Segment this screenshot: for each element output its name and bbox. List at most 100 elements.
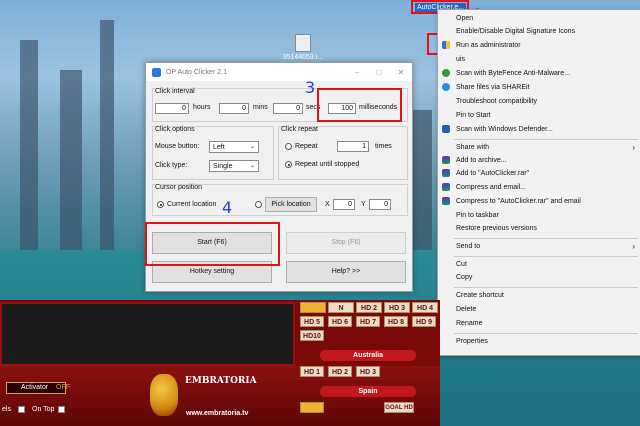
repeat-count-value: 1 [362, 143, 366, 150]
menu-item-label: Pin to taskbar [456, 212, 499, 219]
on-top-checkbox[interactable] [58, 406, 65, 413]
menu-item-restore-versions[interactable]: Restore previous versions [438, 222, 640, 235]
menu-item-rename[interactable]: Rename [438, 317, 640, 330]
menu-item-run-as-admin[interactable]: Run as administrator [438, 39, 640, 52]
stop-button[interactable]: Stop (F6) [286, 232, 406, 254]
australia-banner: Australia [320, 350, 416, 361]
repeat-until-stopped-radio[interactable] [285, 161, 292, 168]
channel-button-hd8[interactable]: HD 8 [384, 316, 408, 327]
start-button-highlight [145, 222, 280, 266]
bottom-left-checkbox[interactable] [18, 406, 25, 413]
menu-item-label: Run as administrator [456, 42, 521, 49]
cursor-position-group: Cursor position Current location Pick lo… [152, 184, 408, 216]
menu-item-delete[interactable]: Delete [438, 303, 640, 316]
australia-hd2[interactable]: HD 2 [328, 366, 352, 377]
menu-item-bytefence[interactable]: Scan with ByteFence Anti-Malware... [438, 67, 640, 80]
milliseconds-highlight [317, 88, 402, 122]
secs-input[interactable]: 0 [273, 103, 303, 114]
current-location-radio[interactable] [157, 201, 164, 208]
minimize-icon[interactable]: – [346, 68, 368, 77]
hours-input[interactable]: 0 [155, 103, 189, 114]
x-input[interactable]: 0 [333, 199, 355, 210]
menu-item-compress-email[interactable]: Compress and email... [438, 181, 640, 194]
channel-button-hd2[interactable]: HD 2 [356, 302, 382, 313]
brand-logo: EMBRATORIA [185, 376, 257, 386]
y-input[interactable]: 0 [369, 199, 391, 210]
menu-item-share-with[interactable]: Share with › [438, 141, 640, 154]
mouse-button-value: Left [213, 144, 225, 151]
menu-item-shareit[interactable]: Share files via SHAREit [438, 81, 640, 94]
channel-button-hd5[interactable]: HD 5 [300, 316, 324, 327]
current-location-label: Current location [167, 201, 217, 208]
menu-item-label: Rename [456, 320, 483, 327]
activator-state: OFF [56, 384, 70, 391]
repeat-label: Repeat [295, 143, 318, 150]
spain-banner: Spain [320, 386, 416, 397]
menu-item-label: Create shortcut [456, 292, 504, 299]
wallpaper-building [20, 40, 38, 260]
menu-item-add-to-rar[interactable]: Add to "AutoClicker.rar" [438, 167, 640, 180]
pick-location-button[interactable]: Pick location [265, 197, 317, 212]
rar-icon [442, 156, 450, 164]
channel-button-hd7[interactable]: HD 7 [356, 316, 380, 327]
menu-item-send-to[interactable]: Send to › [438, 240, 640, 253]
menu-item-cut[interactable]: Cut [438, 258, 640, 271]
menu-item-pin-to-taskbar[interactable]: Pin to taskbar [438, 209, 640, 222]
game-dark-panel [0, 302, 295, 366]
channel-button-hd9[interactable]: HD 9 [412, 316, 436, 327]
menu-item-label: Compress to "AutoClicker.rar" and email [456, 198, 581, 205]
help-button[interactable]: Help? >> [286, 261, 406, 283]
menu-item-add-to-archive[interactable]: Add to archive... [438, 154, 640, 167]
menu-item-label: Troubleshoot compatibility [456, 98, 538, 105]
menu-item-copy[interactable]: Copy [438, 271, 640, 284]
menu-item-open[interactable]: Open [438, 12, 640, 25]
menu-item-pin-to-start[interactable]: Pin to Start [438, 109, 640, 122]
repeat-radio[interactable] [285, 143, 292, 150]
menu-item-windows-defender[interactable]: Scan with Windows Defender... [438, 123, 640, 136]
maximize-icon[interactable]: □ [368, 68, 390, 77]
menu-item-label: Cut [456, 261, 467, 268]
wallpaper-building [100, 20, 114, 260]
mins-label: mins [253, 104, 268, 111]
bottom-left-label: els [2, 406, 11, 413]
channel-button-hd3[interactable]: HD 3 [384, 302, 410, 313]
file-icon [295, 34, 311, 52]
chevron-down-icon: ⌄ [249, 144, 255, 150]
channel-button-hd10[interactable]: HD10 [300, 330, 324, 341]
menu-item-compress-rar-email[interactable]: Compress to "AutoClicker.rar" and email [438, 195, 640, 208]
menu-item-label: Open [456, 15, 474, 22]
menu-item-uis[interactable]: uis [438, 53, 640, 66]
defender-icon [442, 125, 450, 133]
mouse-button-select[interactable]: Left ⌄ [209, 141, 259, 153]
australia-hd3[interactable]: HD 3 [356, 366, 380, 377]
channel-button-hd6[interactable]: HD 6 [328, 316, 352, 327]
mins-input[interactable]: 0 [219, 103, 249, 114]
rar-icon [442, 197, 450, 205]
desktop-file-icon[interactable]: 35144053.i... [278, 34, 328, 61]
window-titlebar[interactable]: OP Auto Clicker 2.1 – □ ✕ [146, 63, 412, 81]
wallpaper-building [60, 70, 82, 270]
repeat-count-input[interactable]: 1 [337, 141, 369, 152]
channel-button-hd4[interactable]: HD 4 [412, 302, 438, 313]
game-brand-button[interactable] [300, 302, 326, 313]
close-icon[interactable]: ✕ [390, 68, 412, 77]
menu-separator [454, 139, 638, 140]
menu-item-properties[interactable]: Properties [438, 335, 640, 348]
menu-item-troubleshoot[interactable]: Troubleshoot compatibility [438, 95, 640, 108]
pick-location-radio[interactable] [255, 201, 262, 208]
menu-item-label: Copy [456, 274, 473, 281]
x-label: X [325, 201, 330, 208]
menu-separator [454, 333, 638, 334]
australia-hd1[interactable]: HD 1 [300, 366, 324, 377]
spain-goal-hd[interactable]: GOAL HD [384, 402, 414, 413]
menu-item-label: Scan with ByteFence Anti-Malware... [456, 70, 570, 77]
cursor-position-title: Cursor position [155, 184, 203, 191]
desktop-file-label: 35144053.i... [282, 54, 324, 61]
menu-item-digital-signature[interactable]: Enable/Disable Digital Signature Icons [438, 25, 640, 38]
channel-button-n[interactable]: N [328, 302, 354, 313]
click-type-select[interactable]: Single ⌄ [209, 160, 259, 172]
world-cup-logo [150, 374, 178, 416]
website-label: www.embratoria.tv [186, 410, 249, 417]
spain-brand-button[interactable] [300, 402, 324, 413]
menu-item-create-shortcut[interactable]: Create shortcut [438, 289, 640, 302]
